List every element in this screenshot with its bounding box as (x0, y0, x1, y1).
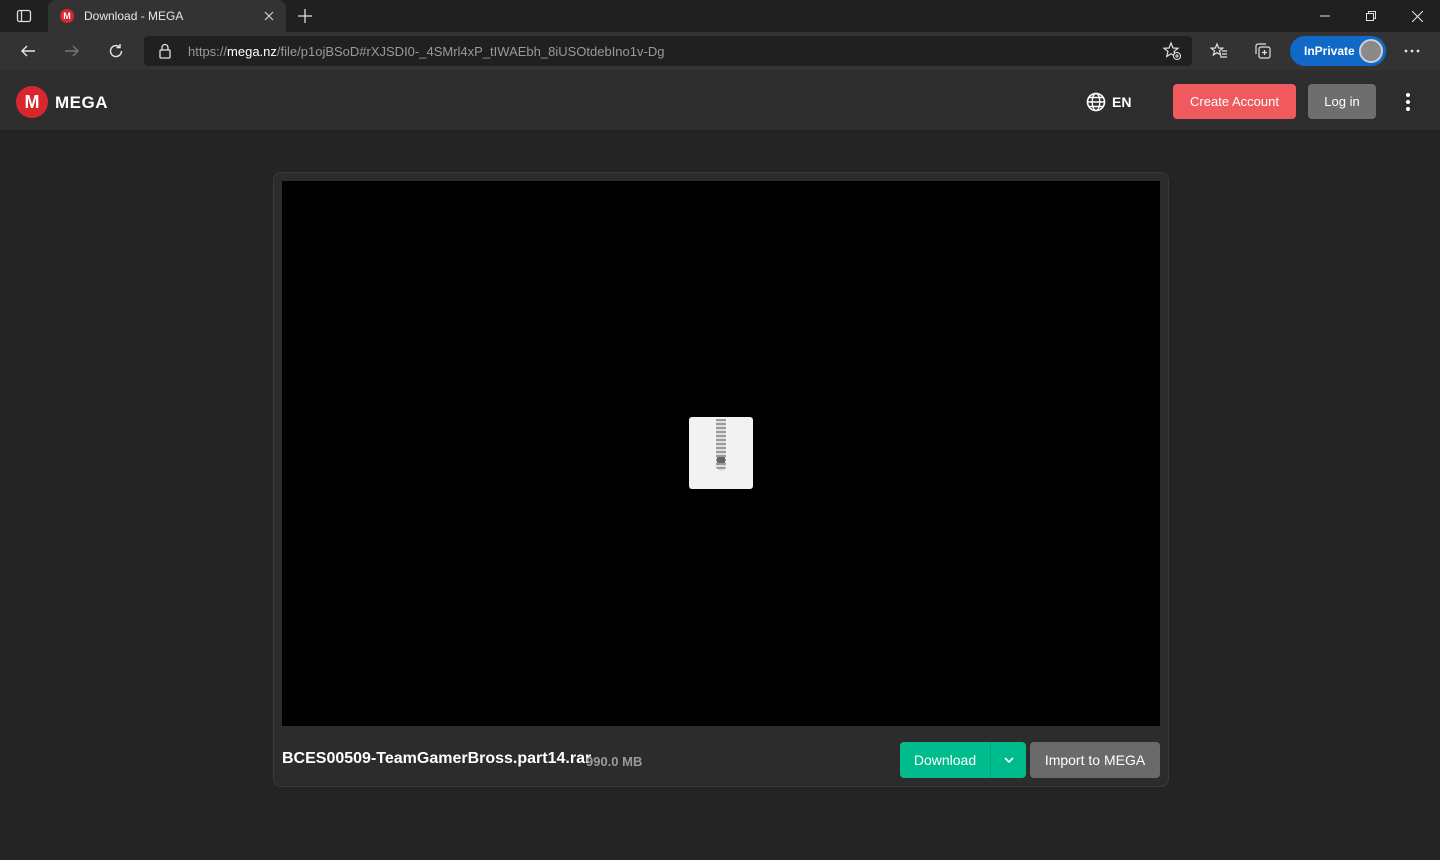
archive-file-icon (689, 417, 753, 489)
browser-toolbar: https://mega.nz/file/p1ojBSoD#rXJSDI0-_4… (0, 32, 1440, 70)
file-name: BCES00509-TeamGamerBross.part14.rar (282, 750, 592, 767)
more-options-icon[interactable] (1398, 37, 1426, 65)
file-preview-area (282, 181, 1160, 726)
globe-icon (1086, 92, 1106, 112)
inprivate-button[interactable]: InPrivate (1290, 36, 1386, 66)
mega-logo-icon[interactable]: M (16, 86, 48, 118)
import-to-mega-button[interactable]: Import to MEGA (1030, 742, 1160, 778)
language-label: EN (1112, 94, 1132, 110)
add-favorite-icon[interactable] (1162, 41, 1182, 64)
download-button[interactable]: Download (900, 742, 1026, 778)
profile-avatar-icon (1359, 39, 1383, 63)
forward-icon[interactable] (58, 37, 86, 65)
minimize-icon[interactable] (1302, 0, 1348, 32)
create-account-button[interactable]: Create Account (1173, 84, 1296, 119)
chevron-down-icon[interactable] (990, 742, 1026, 778)
back-icon[interactable] (14, 37, 42, 65)
menu-kebab-icon[interactable] (1398, 90, 1418, 114)
restore-icon[interactable] (1348, 0, 1394, 32)
tab-actions-icon[interactable] (10, 5, 38, 27)
close-window-icon[interactable] (1394, 0, 1440, 32)
url-host: mega.nz (227, 43, 277, 59)
browser-tab-active[interactable]: M Download - MEGA (48, 0, 286, 32)
browser-tabstrip: M Download - MEGA (0, 0, 1440, 32)
mega-brand-name[interactable]: MEGA (55, 93, 108, 113)
file-download-card: BCES00509-TeamGamerBross.part14.rar 990.… (273, 172, 1169, 787)
collections-icon[interactable] (1249, 37, 1277, 65)
refresh-icon[interactable] (102, 37, 130, 65)
file-size: 990.0 MB (586, 754, 643, 769)
tab-title: Download - MEGA (84, 9, 184, 23)
favorites-icon[interactable] (1205, 37, 1233, 65)
url-protocol: https:// (188, 43, 228, 59)
login-button[interactable]: Log in (1308, 84, 1376, 119)
url-path: /file/p1ojBSoD#rXJSDI0-_4SMrl4xP_tIWAEbh… (276, 43, 665, 59)
new-tab-icon[interactable] (292, 4, 318, 28)
inprivate-label: InPrivate (1304, 44, 1355, 58)
language-selector[interactable]: EN (1086, 92, 1131, 112)
tab-close-icon[interactable] (258, 5, 280, 27)
mega-favicon-icon: M (60, 9, 74, 23)
lock-icon[interactable] (158, 43, 172, 62)
download-button-label: Download (913, 752, 977, 768)
address-bar[interactable]: https://mega.nz/file/p1ojBSoD#rXJSDI0-_4… (144, 36, 1192, 66)
mega-header: M MEGA EN Create Account Log in (0, 70, 1440, 131)
